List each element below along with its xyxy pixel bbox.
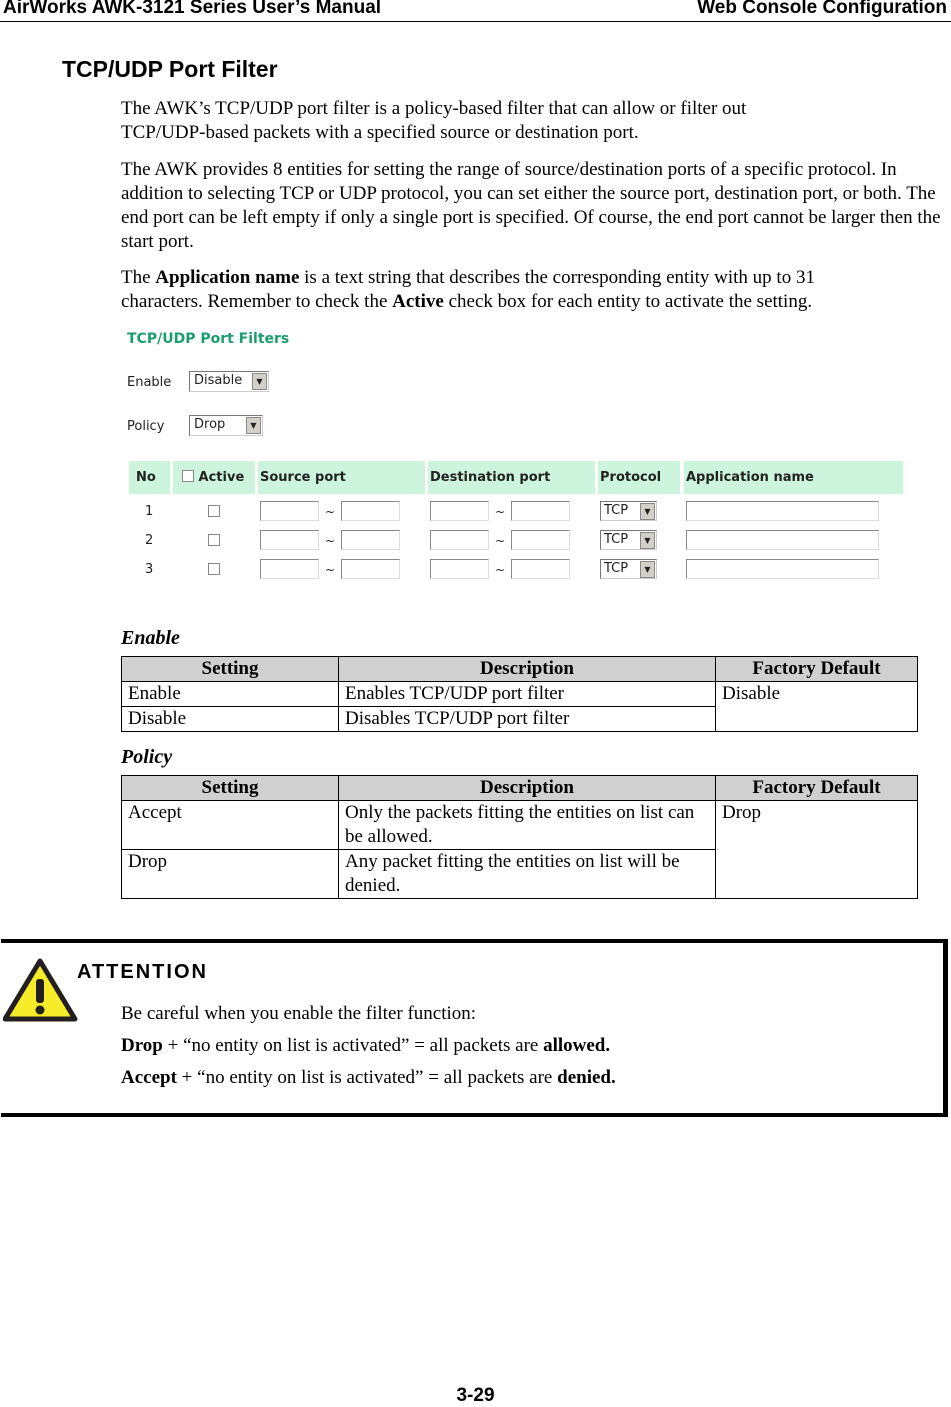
dest-end-port-input[interactable]	[511, 501, 570, 521]
bold-text: Drop	[121, 1035, 163, 1056]
col-protocol: Protocol	[598, 461, 680, 494]
source-end-port-input[interactable]	[341, 501, 400, 521]
cell: Only the packets fitting the entities on…	[338, 800, 716, 850]
table-row: Accept Only the packets fitting the entit…	[121, 800, 918, 899]
chevron-down-icon: ▼	[252, 373, 267, 390]
cell: Disable	[121, 706, 339, 732]
cell: Disables TCP/UDP port filter	[338, 706, 716, 732]
enable-select-value: Disable	[194, 373, 243, 388]
active-checkbox[interactable]	[208, 563, 220, 575]
source-end-port-input[interactable]	[341, 530, 400, 550]
cell: Drop	[121, 849, 339, 899]
source-start-port-input[interactable]	[260, 501, 319, 521]
active-checkbox[interactable]	[208, 505, 220, 517]
dest-start-port-input[interactable]	[430, 559, 489, 579]
cell: Any packet fitting the entities on list …	[338, 849, 716, 899]
chevron-down-icon: ▼	[640, 532, 655, 549]
row-number: 1	[145, 504, 154, 519]
text: The	[121, 267, 156, 288]
bold-text: allowed.	[543, 1035, 611, 1056]
range-tilde: ~	[495, 534, 506, 548]
protocol-select[interactable]: TCP ▼	[600, 530, 657, 550]
cell-default: Disable	[715, 681, 918, 732]
chevron-down-icon: ▼	[640, 503, 655, 520]
header-manual-title: AirWorks AWK-3121 Series User’s Manual	[3, 0, 382, 18]
bold-text: denied.	[557, 1067, 616, 1088]
col-destination-port: Destination port	[428, 461, 595, 494]
paragraph-application-name: The Application name is a text string th…	[121, 266, 901, 314]
range-tilde: ~	[325, 505, 336, 519]
application-name-input[interactable]	[686, 530, 879, 550]
policy-label: Policy	[127, 419, 165, 434]
bold-text: Application name	[155, 267, 300, 288]
col-no: No	[129, 461, 170, 494]
ui-title: TCP/UDP Port Filters	[127, 331, 290, 347]
chevron-down-icon: ▼	[246, 417, 261, 434]
source-end-port-input[interactable]	[341, 559, 400, 579]
table-row: Enable Enables TCP/UDP port filter Disable	[121, 681, 918, 732]
dest-end-port-input[interactable]	[511, 559, 570, 579]
cell: Enables TCP/UDP port filter	[338, 681, 716, 707]
col-source-port: Source port	[258, 461, 425, 494]
range-tilde: ~	[325, 563, 336, 577]
row-number: 3	[145, 562, 154, 577]
policy-table: Setting Description Factory Default Accept…	[121, 775, 918, 899]
select-all-checkbox[interactable]	[182, 470, 194, 482]
protocol-select-value: TCP	[604, 561, 629, 576]
th-default: Factory Default	[715, 775, 918, 801]
text: + “no entity on list is activated” = all…	[176, 1067, 558, 1088]
source-start-port-input[interactable]	[260, 530, 319, 550]
protocol-select[interactable]: TCP ▼	[600, 559, 657, 579]
th-default: Factory Default	[715, 656, 918, 682]
application-name-input[interactable]	[686, 559, 879, 579]
warning-icon	[3, 958, 78, 1022]
source-start-port-input[interactable]	[260, 559, 319, 579]
paragraph-entities: The AWK provides 8 entities for setting …	[121, 159, 941, 252]
attention-line-3: Accept + “no entity on list is activated…	[121, 1066, 951, 1090]
th-setting: Setting	[121, 775, 339, 801]
paragraph-intro: The AWK’s TCP/UDP port filter is a polic…	[121, 98, 747, 143]
cell: Accept	[121, 800, 339, 850]
range-tilde: ~	[325, 534, 336, 548]
policy-select[interactable]: Drop ▼	[189, 415, 263, 436]
attention-title: ATTENTION	[77, 961, 208, 983]
cell: Enable	[121, 681, 339, 707]
dest-start-port-input[interactable]	[430, 530, 489, 550]
protocol-select-value: TCP	[604, 532, 629, 547]
text: + “no entity on list is activated” = all…	[162, 1035, 544, 1056]
policy-select-value: Drop	[194, 417, 226, 432]
range-tilde: ~	[495, 505, 506, 519]
text: check box for each entity to activate th…	[443, 291, 813, 312]
application-name-input[interactable]	[686, 501, 879, 521]
dest-end-port-input[interactable]	[511, 530, 570, 550]
th-setting: Setting	[121, 656, 339, 682]
attention-line-2: Drop + “no entity on list is activated” …	[121, 1034, 951, 1058]
protocol-select[interactable]: TCP ▼	[600, 501, 657, 521]
active-checkbox[interactable]	[208, 534, 220, 546]
range-tilde: ~	[495, 563, 506, 577]
col-active: Active	[173, 461, 255, 494]
header-divider	[0, 21, 951, 22]
cell-default: Drop	[715, 800, 918, 899]
header-chapter-title: Web Console Configuration	[697, 0, 947, 18]
enable-label: Enable	[127, 375, 172, 390]
protocol-select-value: TCP	[604, 503, 629, 518]
col-application-name: Application name	[684, 461, 903, 494]
row-number: 2	[145, 533, 154, 548]
enable-select[interactable]: Disable ▼	[189, 371, 269, 392]
th-description: Description	[338, 656, 716, 682]
policy-caption: Policy	[121, 746, 173, 768]
dest-start-port-input[interactable]	[430, 501, 489, 521]
enable-caption: Enable	[121, 627, 180, 649]
bold-text: Active	[392, 291, 444, 312]
th-description: Description	[338, 775, 716, 801]
attention-line-1: Be careful when you enable the filter fu…	[121, 1003, 477, 1024]
bold-text: Accept	[121, 1067, 177, 1088]
col-active-label: Active	[198, 470, 245, 485]
chevron-down-icon: ▼	[640, 561, 655, 578]
section-title: TCP/UDP Port Filter	[62, 56, 278, 82]
enable-table: Setting Description Factory Default Enable…	[121, 656, 918, 732]
